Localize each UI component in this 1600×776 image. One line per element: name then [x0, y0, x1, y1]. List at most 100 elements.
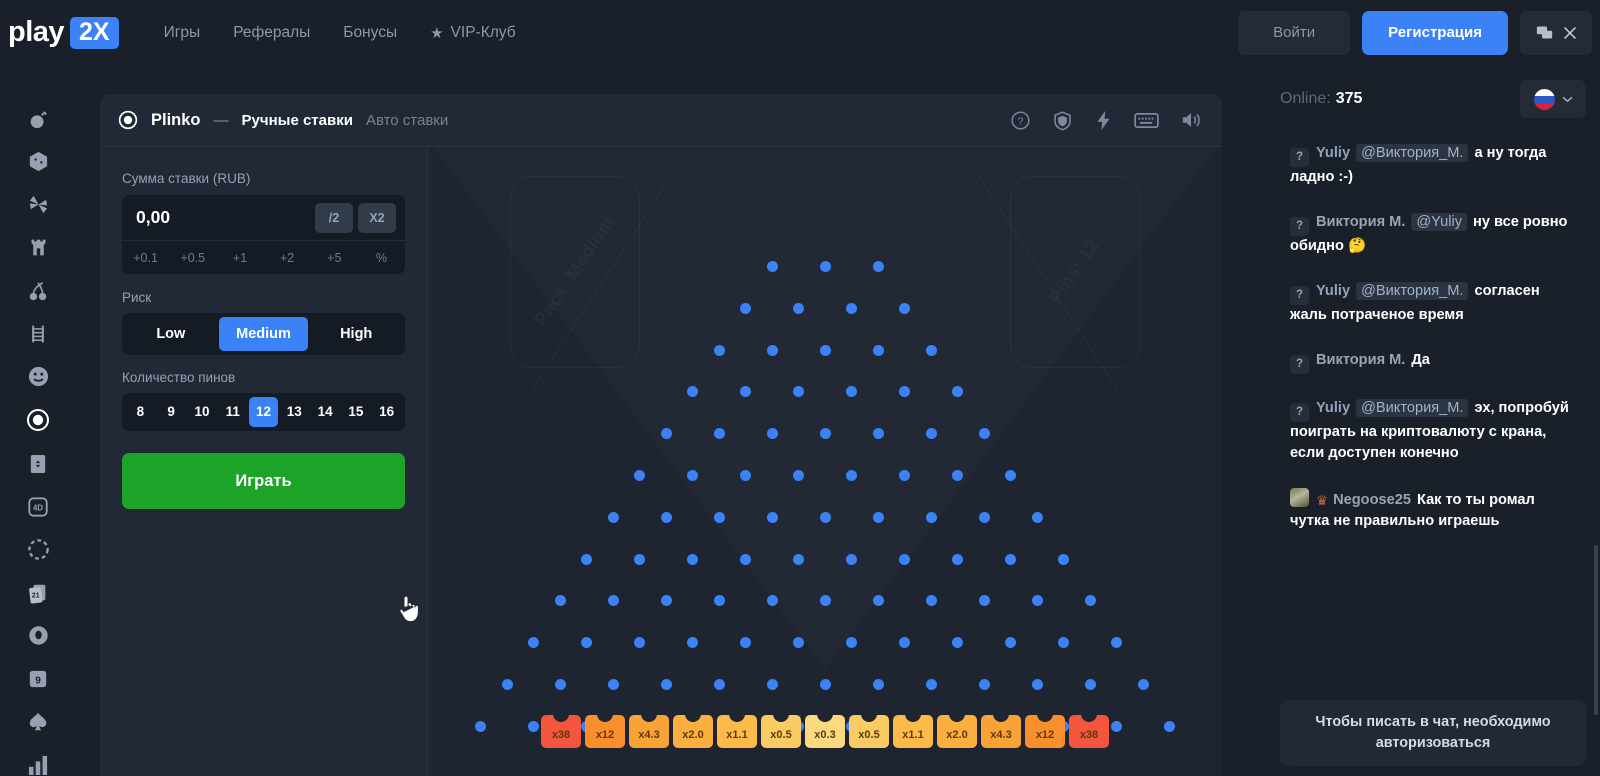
pins-option-14[interactable]: 14 [311, 397, 340, 427]
ladder-icon[interactable] [19, 322, 57, 345]
tab-auto-bets[interactable]: Авто ставки [366, 112, 448, 129]
pins-option-9[interactable]: 9 [157, 397, 186, 427]
multiplier-bucket: x0.5 [849, 715, 889, 748]
quick-add-percent[interactable]: % [358, 241, 405, 275]
pin [554, 679, 566, 690]
spade-icon[interactable] [19, 710, 57, 733]
nine-icon[interactable]: 9 [19, 667, 57, 690]
pin [581, 553, 592, 565]
circle-dashed-icon[interactable] [19, 538, 57, 561]
nav-item-bonuses[interactable]: Бонусы [343, 24, 397, 42]
pin [1058, 637, 1069, 649]
pins-option-16[interactable]: 16 [372, 397, 401, 427]
chat-mention[interactable]: @Виктория_М. [1356, 399, 1469, 417]
pins-option-13[interactable]: 13 [280, 397, 309, 427]
bet-amount-input[interactable]: 0,00 [136, 207, 315, 228]
pin [766, 428, 778, 440]
chat-username[interactable]: Виктория М. [1316, 214, 1405, 230]
double-bet-button[interactable]: X2 [358, 202, 396, 233]
chat-header: Online: 375 [1280, 65, 1586, 133]
chat-username[interactable]: Yuliy [1316, 145, 1350, 161]
chat-mention[interactable]: @Виктория_М. [1356, 282, 1469, 300]
close-icon[interactable] [1563, 26, 1577, 40]
register-button[interactable]: Регистрация [1362, 10, 1508, 55]
shield-icon[interactable] [1052, 110, 1073, 131]
pin [819, 261, 831, 272]
quick-add-2[interactable]: +2 [264, 241, 311, 275]
pins-option-10[interactable]: 10 [188, 397, 217, 427]
avatar-placeholder-icon: ? [1290, 217, 1309, 236]
pins-option-11[interactable]: 11 [218, 397, 247, 427]
pin [899, 470, 910, 481]
brand-logo[interactable]: play 2X [8, 16, 119, 49]
pins-option-8[interactable]: 8 [126, 397, 155, 427]
language-selector[interactable] [1520, 80, 1586, 118]
brand-badge: 2X [70, 16, 119, 49]
chat-scrollbar[interactable] [1594, 545, 1598, 715]
nav-item-referrals[interactable]: Рефералы [233, 24, 310, 42]
risk-option-low[interactable]: Low [126, 317, 216, 351]
chat-toggle-icon[interactable] [1536, 24, 1553, 41]
dice-icon[interactable] [19, 150, 57, 173]
roulette-icon[interactable] [19, 624, 57, 647]
blackjack-icon[interactable]: 21 [19, 581, 57, 604]
pin [978, 511, 990, 523]
pin [978, 595, 990, 607]
pinwheel-icon[interactable] [19, 193, 57, 216]
chat-mention[interactable]: @Виктория_М. [1356, 144, 1469, 162]
pin [899, 302, 910, 314]
nav-item-games[interactable]: Игры [164, 24, 201, 42]
bars-icon[interactable] [19, 753, 57, 776]
help-icon[interactable]: ? [1010, 110, 1031, 131]
risk-option-medium[interactable]: Medium [218, 317, 309, 351]
multiplier-label: x2.0 [946, 729, 968, 741]
quick-add-0.5[interactable]: +0.5 [169, 241, 216, 275]
pin [793, 386, 804, 398]
quick-add-0.1[interactable]: +0.1 [122, 241, 169, 275]
pins-option-12[interactable]: 12 [249, 397, 278, 427]
smiley-icon[interactable] [19, 365, 57, 388]
quick-add-1[interactable]: +1 [216, 241, 263, 275]
sidebar-item-plinko[interactable] [19, 408, 57, 432]
halve-bet-button[interactable]: /2 [315, 202, 353, 233]
chat-username[interactable]: Yuliy [1316, 283, 1350, 299]
quick-add-5[interactable]: +5 [311, 241, 358, 275]
risk-option-high[interactable]: High [311, 317, 401, 351]
keyboard-icon[interactable] [1134, 111, 1159, 130]
multiplier-bucket: x1.1 [893, 715, 933, 748]
pin-row [428, 511, 1222, 523]
chat-mention[interactable]: @Yuliy [1411, 213, 1468, 231]
chat-messages[interactable]: ? Yuliy @Виктория_М. а ну тогда ладно :-)? В… [1280, 133, 1586, 708]
game-header-left: Plinko — Ручные ставки Авто ставки [118, 110, 448, 130]
pin-row [428, 679, 1222, 690]
pin [793, 302, 804, 314]
nav-item-vip-club[interactable]: ★ VIP-Клуб [430, 24, 515, 42]
login-button[interactable]: Войти [1238, 10, 1351, 55]
tower-icon[interactable] [19, 236, 57, 259]
bomb-icon[interactable] [19, 107, 57, 130]
pin [634, 553, 645, 565]
multiplier-bucket: x38 [1069, 715, 1109, 748]
pins-option-15[interactable]: 15 [341, 397, 370, 427]
pin [740, 553, 751, 565]
tab-manual-bets[interactable]: Ручные ставки [242, 112, 353, 129]
card-icon[interactable] [19, 452, 57, 475]
sound-icon[interactable] [1180, 110, 1202, 130]
nav-label: Рефералы [233, 23, 311, 41]
chat-username[interactable]: Negoose25 [1333, 492, 1411, 508]
pin [846, 470, 857, 481]
keno-icon[interactable]: 4D [19, 495, 57, 518]
lightning-icon[interactable] [1094, 110, 1113, 131]
chat-controls[interactable] [1520, 10, 1592, 55]
pin [766, 595, 778, 607]
chat-username[interactable]: Виктория М. [1316, 352, 1405, 368]
pin [819, 344, 831, 356]
pin [899, 637, 910, 649]
pin [819, 679, 831, 690]
chat-username[interactable]: Yuliy [1316, 400, 1350, 416]
multiplier-label: x38 [1079, 729, 1099, 741]
play-button[interactable]: Играть [122, 453, 405, 509]
bet-amount-row: 0,00 /2 X2 [122, 195, 405, 240]
cherry-icon[interactable] [19, 279, 57, 302]
pin [1031, 595, 1043, 607]
